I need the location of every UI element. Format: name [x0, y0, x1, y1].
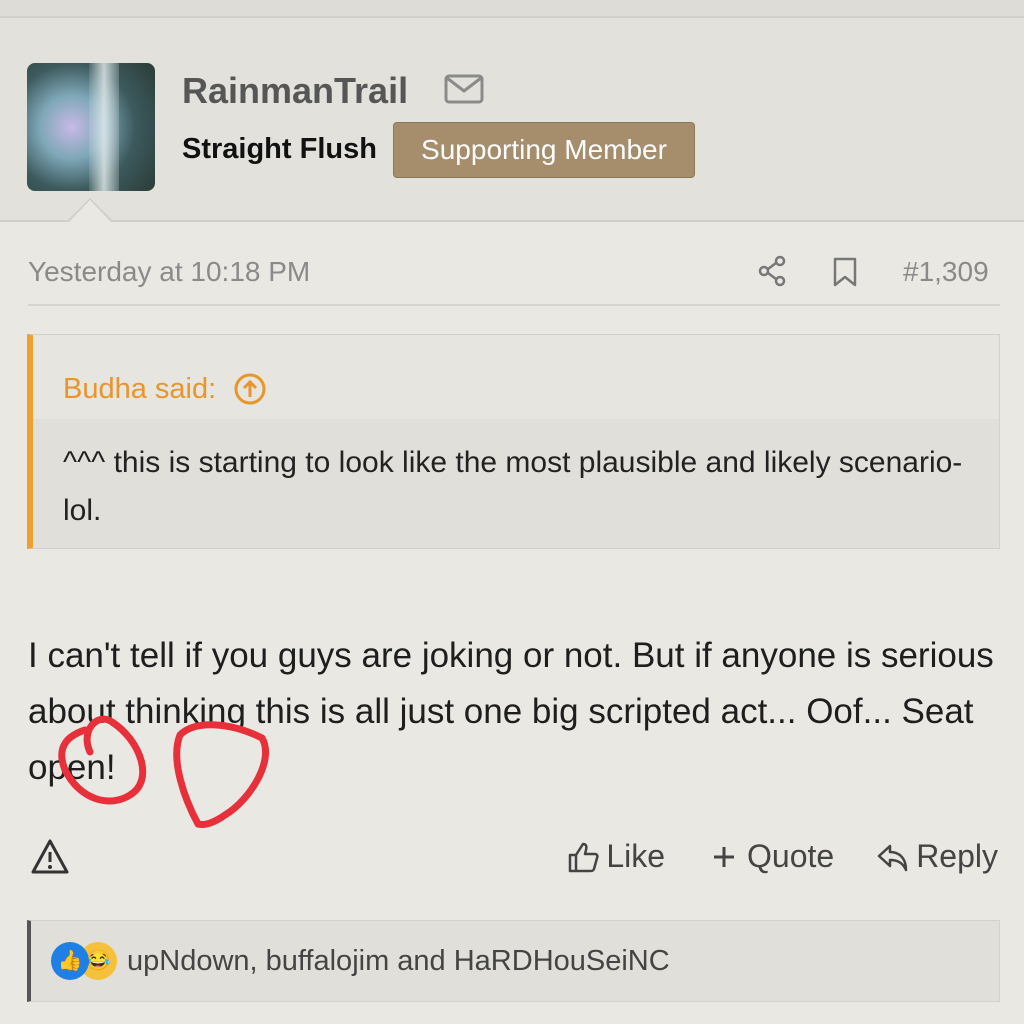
thumbs-up-icon [569, 842, 599, 872]
like-button[interactable]: Like [566, 838, 665, 875]
header-pointer [66, 198, 114, 223]
username[interactable]: RainmanTrail [182, 70, 408, 112]
user-header: RainmanTrail Straight Flush Supporting M… [0, 18, 1024, 222]
quote-button[interactable]: Quote [707, 838, 834, 875]
post-date[interactable]: Yesterday at 10:18 PM [28, 256, 310, 288]
divider [28, 304, 1000, 306]
user-title: Straight Flush [182, 133, 377, 165]
bookmark-icon[interactable] [832, 256, 858, 288]
reply-icon [877, 844, 908, 871]
quote-author[interactable]: Budha said: [63, 373, 216, 406]
mail-icon[interactable] [444, 74, 484, 104]
quote-text: ^^^ this is starting to look like the mo… [63, 446, 963, 527]
top-band [0, 0, 1024, 18]
post-message: I can't tell if you guys are joking or n… [28, 636, 994, 787]
supporting-member-badge: Supporting Member [393, 122, 695, 178]
quote-header[interactable]: Budha said: [33, 335, 999, 419]
quote-block: Budha said: ^^^ this is starting to look… [27, 334, 1000, 549]
like-reaction-icon: 👍 [51, 942, 89, 980]
reaction-users[interactable]: upNdown, buffalojim and HaRDHouSeiNC [127, 945, 670, 978]
quote-label: Quote [747, 838, 835, 874]
reply-button[interactable]: Reply [876, 838, 998, 875]
share-icon[interactable] [757, 255, 787, 287]
post-number[interactable]: #1,309 [903, 256, 989, 288]
plus-icon [714, 846, 735, 867]
reply-label: Reply [916, 838, 998, 874]
post-actions: Like Quote Reply [566, 838, 998, 875]
report-icon[interactable] [30, 838, 70, 876]
jump-to-quote-icon[interactable] [234, 373, 266, 405]
like-label: Like [606, 838, 666, 874]
reactions-bar[interactable]: 👍 😂 upNdown, buffalojim and HaRDHouSeiNC [27, 920, 1000, 1002]
avatar[interactable] [27, 63, 155, 191]
